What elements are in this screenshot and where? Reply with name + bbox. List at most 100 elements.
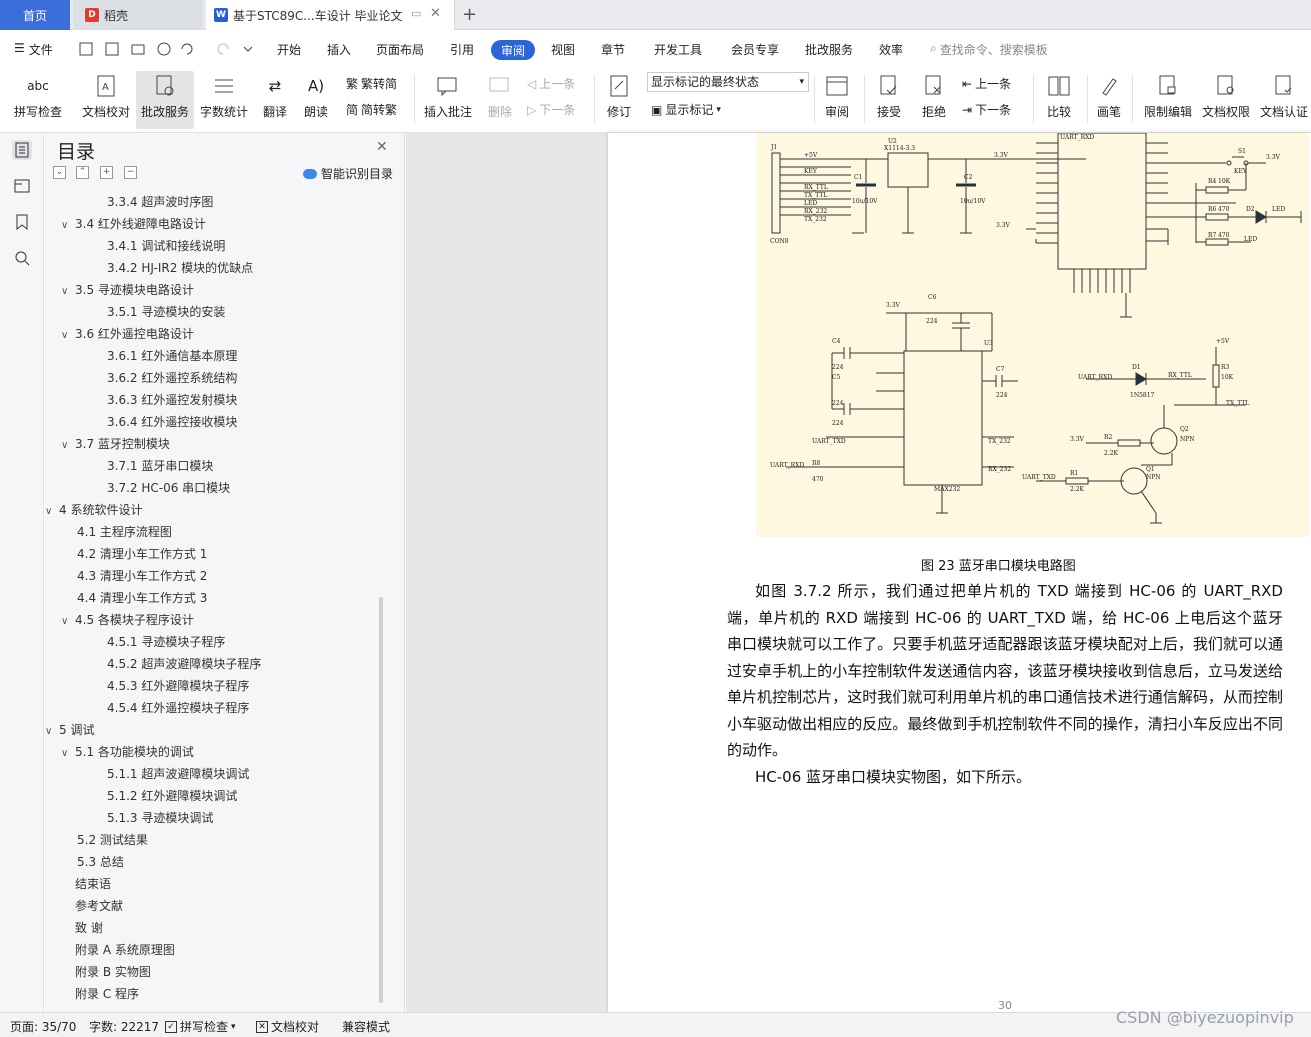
prev-change-button[interactable]: ⇤ 上一条 [962, 75, 1011, 92]
toc-item[interactable]: 3.4.1 调试和接线说明 [107, 235, 225, 257]
chevron-down-icon[interactable]: ∨ [61, 611, 75, 633]
toc-item[interactable]: 4.3 清理小车工作方式 2 [77, 565, 207, 587]
next-change-button[interactable]: ⇥ 下一条 [962, 101, 1011, 118]
markup-state-select[interactable]: 显示标记的最终状态 ▾ [647, 72, 809, 92]
menu-review[interactable]: 审阅 [491, 40, 535, 60]
toc-item[interactable]: 4.5.3 红外避障模块子程序 [107, 675, 249, 697]
toc-item[interactable]: ∨ 3.4 红外线避障电路设计 [61, 213, 206, 235]
toc-item[interactable]: ∨ 3.7 蓝牙控制模块 [61, 433, 170, 455]
file-menu[interactable]: ☰ 文件 [14, 41, 53, 58]
menu-member[interactable]: 会员专享 [731, 41, 779, 58]
proofread-button[interactable]: A 文档校对 [80, 71, 132, 129]
toc-item[interactable]: 3.6.2 红外遥控系统结构 [107, 367, 237, 389]
chevron-down-icon[interactable]: ∨ [61, 281, 75, 303]
menu-insert[interactable]: 插入 [327, 41, 351, 58]
toc-icon[interactable] [12, 140, 32, 160]
menu-references[interactable]: 引用 [450, 41, 474, 58]
menu-efficiency[interactable]: 效率 [879, 41, 903, 58]
toc-item[interactable]: 5.1.3 寻迹模块调试 [107, 807, 213, 829]
toc-item[interactable]: 4.5.1 寻迹模块子程序 [107, 631, 225, 653]
toc-item[interactable]: 5.3 总结 [77, 851, 124, 873]
document-page[interactable]: J1 CON8 +5V U2 X1114-3.3 C1 10u/10V C2 1… [608, 133, 1311, 1012]
toc-item[interactable]: 3.6.1 红外通信基本原理 [107, 345, 237, 367]
insert-comment-button[interactable]: 插入批注 [422, 71, 474, 129]
toc-item[interactable]: ∨ 3.5 寻迹模块电路设计 [61, 279, 194, 301]
toc-item[interactable]: 3.3.4 超声波时序图 [107, 191, 213, 213]
read-aloud-button[interactable]: A) 朗读 [300, 71, 332, 129]
toc-item[interactable]: 4.5.2 超声波避障模块子程序 [107, 653, 261, 675]
pen-button[interactable]: 画笔 [1093, 71, 1125, 129]
spell-check-button[interactable]: abc 拼写检查 [10, 71, 66, 129]
tab-home[interactable]: 首页 [0, 0, 70, 30]
new-tab-button[interactable]: + [462, 4, 477, 25]
toc-item[interactable]: ∨ 4.5 各模块子程序设计 [61, 609, 194, 631]
toc-item[interactable]: 5.2 测试结果 [77, 829, 148, 851]
toc-item[interactable]: 参考文献 [75, 895, 123, 917]
toc-item[interactable]: 4.2 清理小车工作方式 1 [77, 543, 207, 565]
menu-correction[interactable]: 批改服务 [805, 41, 853, 58]
menu-devtools[interactable]: 开发工具 [654, 41, 702, 58]
toc-item[interactable]: 附录 B 实物图 [75, 961, 151, 983]
proofread-status[interactable]: ✕ 文档校对 [256, 1018, 319, 1035]
spell-check-status[interactable]: ✓ 拼写检查 ▾ [165, 1018, 236, 1035]
tab-daoke[interactable]: D 稻壳 [73, 0, 203, 30]
toc-item[interactable]: 5.1.1 超声波避障模块调试 [107, 763, 249, 785]
chevron-down-icon[interactable]: ∨ [45, 721, 59, 743]
word-count-indicator[interactable]: 字数: 22217 [89, 1018, 159, 1035]
toc-item[interactable]: 4.5.4 红外遥控模块子程序 [107, 697, 249, 719]
expand-up-icon[interactable]: ⌃ [76, 166, 89, 179]
toc-item[interactable]: ∨ 3.6 红外遥控电路设计 [61, 323, 194, 345]
toc-item[interactable]: 致 谢 [75, 917, 103, 939]
menu-layout[interactable]: 页面布局 [376, 41, 424, 58]
toc-item[interactable]: 4.4 清理小车工作方式 3 [77, 587, 207, 609]
next-comment-button[interactable]: ▷ 下一条 [527, 101, 575, 118]
smart-toc-button[interactable]: 智能识别目录 [303, 165, 393, 182]
toc-item[interactable]: ∨ 4 系统软件设计 [45, 499, 142, 521]
toc-item[interactable]: 3.7.2 HC-06 串口模块 [107, 477, 230, 499]
remove-item-icon[interactable]: − [124, 166, 137, 179]
menu-section[interactable]: 章节 [601, 41, 625, 58]
correction-service-button[interactable]: 批改服务 [136, 71, 194, 129]
screen-icon[interactable]: ▭ [411, 7, 421, 20]
chevron-down-icon[interactable]: ∨ [61, 435, 75, 457]
toc-item[interactable]: 4.1 主程序流程图 [77, 521, 172, 543]
track-changes-button[interactable]: 修订 [602, 71, 636, 129]
toc-item[interactable]: 3.7.1 蓝牙串口模块 [107, 455, 213, 477]
menu-view[interactable]: 视图 [551, 41, 575, 58]
toc-item[interactable]: 3.4.2 HJ-IR2 模块的优缺点 [107, 257, 253, 279]
close-icon[interactable]: ✕ [376, 139, 388, 155]
command-search[interactable]: ⌕ 查找命令、搜索模板 [930, 41, 1048, 58]
toc-item[interactable]: 5.1.2 红外避障模块调试 [107, 785, 237, 807]
chevron-down-icon[interactable]: ∨ [61, 215, 75, 237]
toc-item[interactable]: 3.6.4 红外遥控接收模块 [107, 411, 237, 433]
review-pane-button[interactable]: 审阅 [818, 71, 856, 129]
prev-comment-button[interactable]: ◁ 上一条 [527, 75, 575, 92]
menu-start[interactable]: 开始 [277, 41, 301, 58]
close-tab-icon[interactable]: ✕ [430, 6, 441, 21]
delete-comment-button[interactable]: 删除 [482, 71, 518, 129]
chevron-down-icon[interactable]: ∨ [61, 743, 75, 765]
toc-item[interactable]: 3.6.3 红外遥控发射模块 [107, 389, 237, 411]
doc-certify-button[interactable]: 文档认证 [1258, 71, 1310, 129]
bookmark-icon[interactable] [12, 212, 32, 232]
toc-item[interactable]: ∨ 5 调试 [45, 719, 94, 741]
to-simplified-button[interactable]: 繁繁转简 [346, 75, 397, 92]
page-indicator[interactable]: 页面: 35/70 [10, 1018, 76, 1035]
add-item-icon[interactable]: + [100, 166, 113, 179]
toc-item[interactable]: 附录 C 程序 [75, 983, 139, 1005]
compare-button[interactable]: 比较 [1040, 71, 1078, 129]
doc-permission-button[interactable]: 文档权限 [1200, 71, 1252, 129]
chevron-down-icon[interactable]: ∨ [45, 501, 59, 523]
word-count-button[interactable]: 字数统计 [198, 71, 250, 129]
tab-document[interactable]: W 基于STC89C...车设计 毕业论文 ▭ ✕ [206, 0, 455, 30]
reject-button[interactable]: 拒绝 [915, 71, 953, 129]
show-markup-button[interactable]: ▣ 显示标记 ▾ [651, 101, 721, 118]
toc-item[interactable]: 3.5.1 寻迹模块的安装 [107, 301, 225, 323]
accept-button[interactable]: 接受 [870, 71, 908, 129]
toc-scrollbar[interactable] [379, 597, 383, 1003]
chevron-down-icon[interactable]: ∨ [61, 325, 75, 347]
toc-item[interactable]: ∨ 5.1 各功能模块的调试 [61, 741, 194, 763]
to-traditional-button[interactable]: 简简转繁 [346, 101, 397, 118]
restrict-edit-button[interactable]: 限制编辑 [1140, 71, 1196, 129]
translate-button[interactable]: ⇄ 翻译 [256, 71, 294, 129]
